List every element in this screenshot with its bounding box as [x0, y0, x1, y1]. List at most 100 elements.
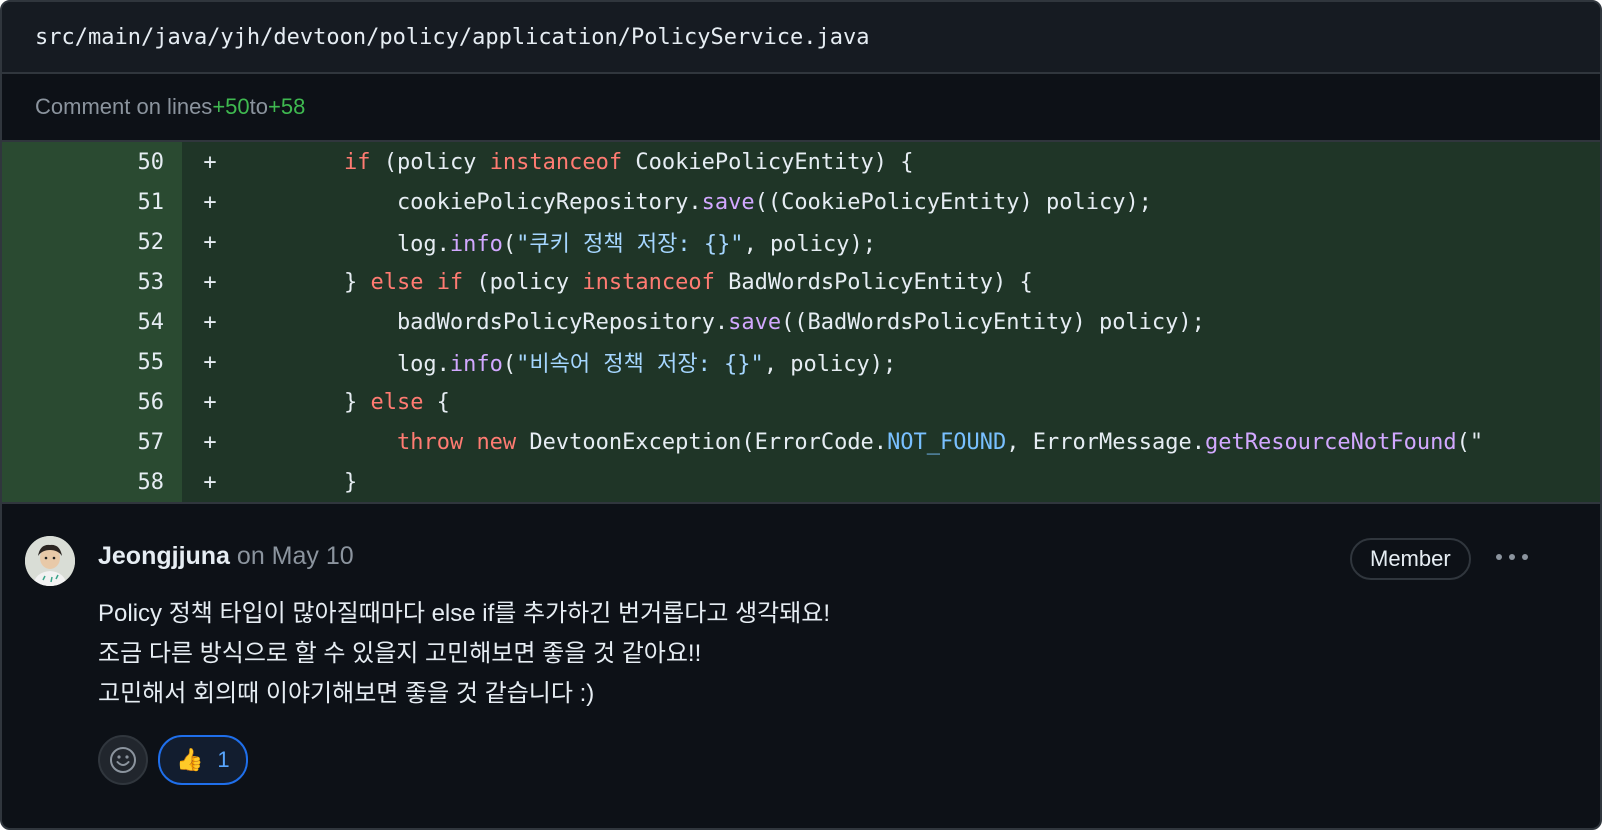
line-number[interactable]: 50 [2, 142, 182, 182]
line-number[interactable]: 52 [2, 222, 182, 262]
thumbs-up-icon: 👍 [176, 747, 204, 772]
file-path[interactable]: src/main/java/yjh/devtoon/policy/applica… [35, 25, 869, 50]
diff-line[interactable]: 55 + log.info("비속어 정책 저장: {}", policy); [2, 342, 1600, 382]
member-badge-label: Member [1370, 546, 1451, 571]
comment-body-line: 고민해서 회의때 이야기해보면 좋을 것 같습니다 :) [98, 680, 595, 707]
range-start: +50 [212, 94, 250, 119]
code-token: ( [502, 232, 517, 257]
code-content: } [238, 470, 357, 495]
code-token: (" [1456, 429, 1484, 455]
review-comment-card: src/main/java/yjh/devtoon/policy/applica… [0, 0, 1602, 830]
line-number[interactable]: 58 [2, 462, 182, 502]
diff-addition-marker: + [203, 189, 217, 215]
code-token: save [728, 309, 782, 335]
smiley-icon [110, 747, 136, 773]
thumbs-up-reaction[interactable]: 👍 1 [158, 735, 248, 785]
diff-line[interactable]: 51 + cookiePolicyRepository.save((CookieP… [2, 182, 1600, 222]
code-content: throw new DevtoonException(ErrorCode.NOT… [238, 430, 1483, 455]
code-token: BadWordsPolicyEntity) { [714, 269, 1033, 295]
code-content: badWordsPolicyRepository.save((BadWordsP… [238, 310, 1205, 335]
comment-header: Jeongjjuna on May 10 [98, 542, 354, 571]
comment-body-line: 조금 다른 방식으로 할 수 있을지 고민해보면 좋을 것 같아요!! [98, 640, 702, 667]
comment-range-middle: to [249, 94, 268, 119]
code-token: , policy); [763, 352, 897, 377]
kebab-horizontal-icon[interactable] [1492, 544, 1532, 570]
code-token: , ErrorMessage. [1006, 429, 1205, 455]
avatar[interactable] [25, 536, 75, 586]
code-content: log.info("쿠키 정책 저장: {}", policy); [238, 226, 876, 258]
line-number[interactable]: 53 [2, 262, 182, 302]
code-token: badWordsPolicyRepository. [238, 309, 729, 335]
code-token: (policy [463, 269, 583, 295]
line-number[interactable]: 57 [2, 422, 182, 462]
diff-line[interactable]: 54 + badWordsPolicyRepository.save((BadWo… [2, 302, 1600, 342]
range-end: +58 [268, 94, 306, 119]
comment-body-line: Policy 정책 타입이 많아질때마다 else if를 추가하긴 번거롭다고… [98, 600, 831, 627]
line-number[interactable]: 51 [2, 182, 182, 222]
code-token: info [449, 232, 503, 257]
more-options-icon [1496, 554, 1528, 560]
code-token: ( [502, 352, 517, 377]
diff-line[interactable]: 52 + log.info("쿠키 정책 저장: {}", policy); [2, 222, 1600, 262]
diff-addition-marker: + [203, 269, 217, 295]
code-token: "쿠키 정책 저장: {}" [516, 232, 744, 257]
code-content: } else { [238, 390, 450, 415]
diff-line[interactable]: 56 + } else { [2, 382, 1600, 422]
code-token: instanceof [489, 149, 623, 175]
code-token: (policy [370, 149, 490, 175]
diff-line[interactable]: 53 + } else if (policy instanceof BadWord… [2, 262, 1600, 302]
diff-addition-marker: + [203, 149, 217, 175]
comment-body: Policy 정책 타입이 많아질때마다 else if를 추가하긴 번거롭다고… [98, 594, 830, 714]
diff-addition-marker: + [203, 429, 217, 455]
code-token: new [476, 429, 517, 455]
code-token: else [370, 389, 424, 415]
diff-addition-marker: + [203, 469, 217, 495]
avatar-image [25, 536, 75, 586]
comment-date[interactable]: on May 10 [237, 542, 354, 570]
diff-line[interactable]: 57 + throw new DevtoonException(ErrorCode… [2, 422, 1600, 462]
code-token: cookiePolicyRepository. [238, 189, 702, 215]
reactions-bar: 👍 1 [98, 735, 248, 785]
code-token: } [238, 469, 358, 495]
code-token: } [238, 269, 371, 295]
diff-line[interactable]: 50 + if (policy instanceof CookiePolicyEn… [2, 142, 1600, 182]
code-token: save [701, 189, 755, 215]
code-content: if (policy instanceof CookiePolicyEntity… [238, 150, 914, 175]
code-content: cookiePolicyRepository.save((CookiePolic… [238, 190, 1152, 215]
line-number[interactable]: 55 [2, 342, 182, 382]
line-number[interactable]: 56 [2, 382, 182, 422]
comment-line-range: Comment on lines +50 to +58 [2, 74, 1600, 142]
comment: Jeongjjuna on May 10 Member Policy 정책 타입… [2, 504, 1600, 785]
diff-addition-marker: + [203, 309, 217, 335]
file-path-header[interactable]: src/main/java/yjh/devtoon/policy/applica… [2, 2, 1600, 74]
code-content: log.info("비속어 정책 저장: {}", policy); [238, 346, 896, 378]
code-token: DevtoonException(ErrorCode. [516, 429, 888, 455]
diff-addition-marker: + [203, 349, 217, 375]
code-token: else [370, 269, 424, 295]
member-badge: Member [1350, 538, 1471, 580]
code-content: } else if (policy instanceof BadWordsPol… [238, 270, 1033, 295]
author-name[interactable]: Jeongjjuna [98, 542, 230, 570]
code-token: { [423, 389, 450, 415]
reaction-count: 1 [217, 747, 230, 772]
code-token: ((BadWordsPolicyEntity) policy); [781, 309, 1205, 335]
code-token: throw [396, 429, 464, 455]
code-token: getResourceNotFound [1204, 429, 1457, 455]
comment-range-prefix: Comment on lines [35, 94, 213, 119]
code-token: if [343, 149, 371, 175]
diff-hunk: 50 + if (policy instanceof CookiePolicyEn… [2, 142, 1600, 504]
diff-line[interactable]: 58 + } [2, 462, 1600, 502]
code-token: log. [238, 352, 450, 377]
code-token: , policy); [743, 232, 877, 257]
code-token: CookiePolicyEntity) { [622, 149, 914, 175]
diff-addition-marker: + [203, 229, 217, 255]
code-token: ((CookiePolicyEntity) policy); [754, 189, 1152, 215]
add-reaction-button[interactable] [98, 735, 148, 785]
line-number[interactable]: 54 [2, 302, 182, 342]
code-token: } [238, 389, 371, 415]
code-token: "비속어 정책 저장: {}" [516, 352, 764, 377]
